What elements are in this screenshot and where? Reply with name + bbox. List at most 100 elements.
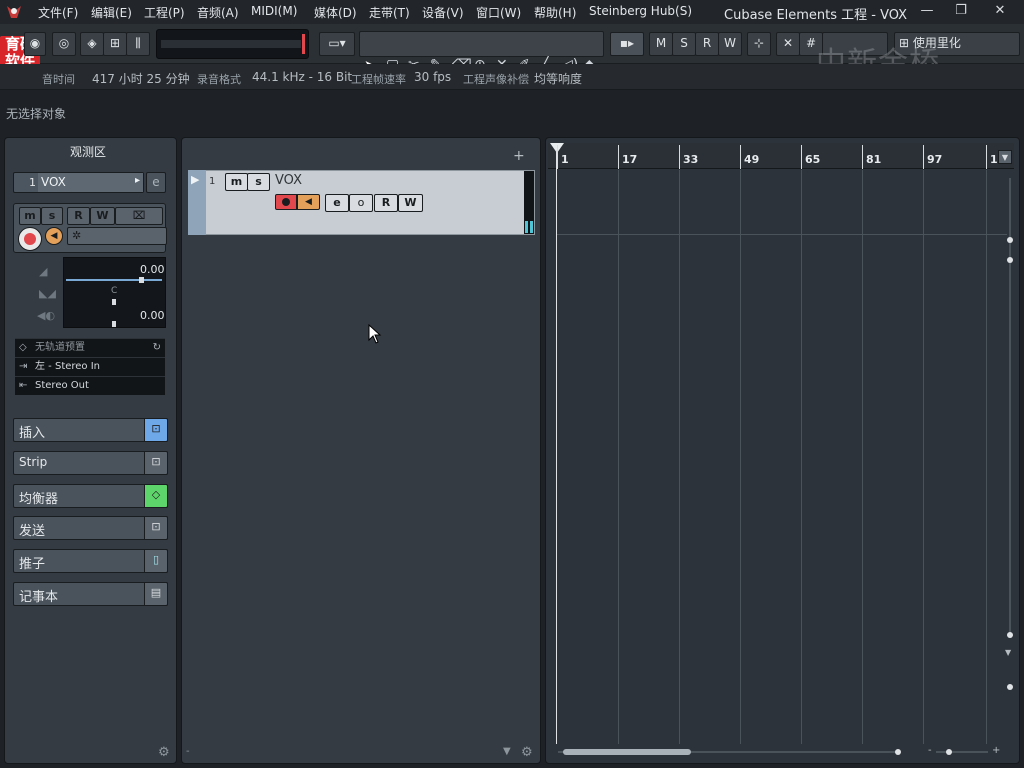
inspector-freeze-icon[interactable]: ⌧ bbox=[115, 207, 163, 225]
section-strip[interactable]: Strip ⊡ bbox=[13, 451, 168, 475]
mixer-icon[interactable]: ⫼ bbox=[126, 32, 150, 56]
horizontal-scroll-end-handle[interactable] bbox=[895, 749, 901, 755]
section-inserts[interactable]: 插入 ⊡ bbox=[13, 418, 168, 442]
inspector-track-header[interactable]: 1 VOX ▸ bbox=[13, 172, 144, 193]
track-preset-row[interactable]: ◇ 无轨道预置 ↻ bbox=[15, 338, 165, 357]
notepad-icon[interactable]: ▤ bbox=[144, 582, 168, 606]
zoom-out-icon[interactable]: - bbox=[928, 745, 932, 756]
track-write-button[interactable]: W bbox=[398, 194, 423, 212]
s-toggle[interactable]: S bbox=[672, 32, 696, 56]
inspector-settings-gear-icon[interactable]: ⚙ bbox=[158, 745, 170, 760]
track-edit-button[interactable]: e bbox=[325, 194, 349, 212]
menu-steinberg-hub[interactable]: Steinberg Hub(S) bbox=[589, 4, 692, 18]
vertical-scroll-handle-top[interactable] bbox=[1007, 237, 1013, 243]
menu-midi[interactable]: MIDI(M) bbox=[251, 4, 297, 18]
tracklist-filter-icon[interactable]: ▼ bbox=[503, 746, 511, 757]
menu-media[interactable]: 媒体(D) bbox=[314, 4, 357, 21]
track-monitor-button[interactable]: ◀ bbox=[297, 194, 320, 210]
vertical-zoom-track[interactable] bbox=[1009, 178, 1011, 638]
pan-value[interactable]: C bbox=[111, 286, 117, 296]
menu-window[interactable]: 窗口(W) bbox=[476, 4, 521, 21]
section-notepad[interactable]: 记事本 ▤ bbox=[13, 582, 168, 606]
pan-law-value[interactable]: 均等响度 bbox=[534, 70, 582, 87]
r-toggle[interactable]: R bbox=[695, 32, 719, 56]
strip-icon[interactable]: ⊡ bbox=[144, 451, 168, 475]
menu-edit[interactable]: 编辑(E) bbox=[91, 4, 132, 21]
inspector-solo-button[interactable]: s bbox=[41, 207, 63, 225]
autoscroll-button[interactable]: ▪▸ bbox=[610, 32, 644, 56]
fader-icon[interactable]: ▯ bbox=[144, 549, 168, 573]
close-button[interactable]: ✕ bbox=[978, 0, 1022, 22]
horizontal-zoom-handle[interactable] bbox=[946, 749, 952, 755]
inspector-monitor-button[interactable]: ◀ bbox=[45, 227, 63, 245]
vertical-scroll-handle-mid[interactable] bbox=[1007, 257, 1013, 263]
restore-button[interactable]: ❐ bbox=[944, 0, 978, 22]
menu-devices[interactable]: 设备(V) bbox=[422, 4, 464, 21]
delay-icon: ◀◐ bbox=[37, 309, 56, 322]
input-routing-row[interactable]: ⇥ 左 - Stereo In bbox=[15, 357, 165, 376]
window-layout-icon[interactable]: ⊞ bbox=[103, 32, 127, 56]
cubase-logo-icon[interactable] bbox=[4, 3, 24, 21]
add-track-button[interactable]: + bbox=[513, 148, 525, 164]
snap-to-zero-icon[interactable]: ✕ bbox=[776, 32, 800, 56]
horizontal-scroll-thumb[interactable] bbox=[563, 749, 691, 755]
constrain-delay-icon[interactable]: ◎ bbox=[52, 32, 76, 56]
inspector-write-button[interactable]: W bbox=[90, 207, 115, 225]
w-toggle[interactable]: W bbox=[718, 32, 742, 56]
section-sends[interactable]: 发送 ⊡ bbox=[13, 516, 168, 540]
menu-help[interactable]: 帮助(H) bbox=[534, 4, 576, 21]
ruler-bar-number: 49 bbox=[744, 153, 760, 166]
frame-rate-value[interactable]: 30 fps bbox=[414, 70, 451, 84]
section-equalizer[interactable]: 均衡器 ◇ bbox=[13, 484, 168, 508]
section-fader[interactable]: 推子 ▯ bbox=[13, 549, 168, 573]
pan-slider-handle[interactable] bbox=[112, 299, 116, 305]
record-format-value[interactable]: 44.1 kHz - 16 Bit bbox=[252, 70, 352, 84]
volume-value[interactable]: 0.00 bbox=[140, 263, 165, 276]
volume-slider[interactable] bbox=[66, 279, 162, 281]
ruler-menu-icon[interactable]: ▼ bbox=[998, 150, 1012, 164]
menu-project[interactable]: 工程(P) bbox=[144, 4, 185, 21]
menu-audio[interactable]: 音频(A) bbox=[197, 4, 239, 21]
edit-channel-icon[interactable]: e bbox=[146, 172, 166, 193]
track-record-button[interactable] bbox=[275, 194, 297, 210]
refresh-icon[interactable]: ↻ bbox=[153, 339, 161, 356]
inspector-mute-button[interactable]: m bbox=[19, 207, 41, 225]
zoom-down-icon[interactable]: ▼ bbox=[1005, 648, 1011, 657]
tracklist-settings-gear-icon[interactable]: ⚙ bbox=[521, 745, 533, 760]
output-label: Stereo Out bbox=[35, 380, 89, 391]
ruler-tick bbox=[986, 145, 987, 169]
automation-mode-select[interactable]: ▭▾ bbox=[319, 32, 355, 56]
vertical-scroll-handle-bottom[interactable] bbox=[1007, 632, 1013, 638]
horizontal-zoom-track[interactable] bbox=[936, 751, 988, 753]
ruler-bar-number: 33 bbox=[683, 153, 699, 166]
inspector-read-button[interactable]: R bbox=[67, 207, 90, 225]
inspector-track-name-field[interactable]: VOX ▸ bbox=[38, 173, 143, 192]
delay-value[interactable]: 0.00 bbox=[140, 309, 165, 322]
vertical-zoom-handle[interactable] bbox=[1007, 684, 1013, 690]
track-lane-button[interactable]: o bbox=[349, 194, 373, 212]
track-expand-icon[interactable]: ▶ bbox=[191, 173, 199, 186]
track-name[interactable]: VOX bbox=[275, 173, 302, 188]
zoom-in-icon[interactable]: + bbox=[992, 745, 1000, 756]
activate-project-button[interactable]: ◉ bbox=[24, 32, 46, 56]
inspector-toggle-icon[interactable]: ◈ bbox=[80, 32, 104, 56]
minimize-button[interactable]: — bbox=[910, 0, 944, 22]
inserts-icon[interactable]: ⊡ bbox=[144, 418, 168, 442]
track-read-button[interactable]: R bbox=[374, 194, 398, 212]
equalizer-icon[interactable]: ◇ bbox=[144, 484, 168, 508]
bar-gridline bbox=[986, 170, 987, 744]
track-solo-button[interactable]: s bbox=[247, 173, 270, 191]
menu-transport[interactable]: 走带(T) bbox=[369, 4, 410, 21]
inspector-settings-icon[interactable]: ✲ bbox=[67, 227, 167, 245]
m-toggle[interactable]: M bbox=[649, 32, 673, 56]
sends-icon[interactable]: ⊡ bbox=[144, 516, 168, 540]
project-cursor-line bbox=[556, 150, 557, 744]
menu-file[interactable]: 文件(F) bbox=[38, 4, 78, 21]
track-mute-button[interactable]: m bbox=[225, 173, 248, 191]
delay-slider-handle[interactable] bbox=[112, 321, 116, 327]
output-routing-row[interactable]: ⇤ Stereo Out bbox=[15, 376, 165, 395]
snap-icon[interactable]: ⊹ bbox=[747, 32, 771, 56]
volume-slider-handle[interactable] bbox=[139, 277, 144, 283]
inspector-record-button[interactable] bbox=[18, 227, 42, 251]
input-icon: ⇥ bbox=[19, 361, 28, 372]
